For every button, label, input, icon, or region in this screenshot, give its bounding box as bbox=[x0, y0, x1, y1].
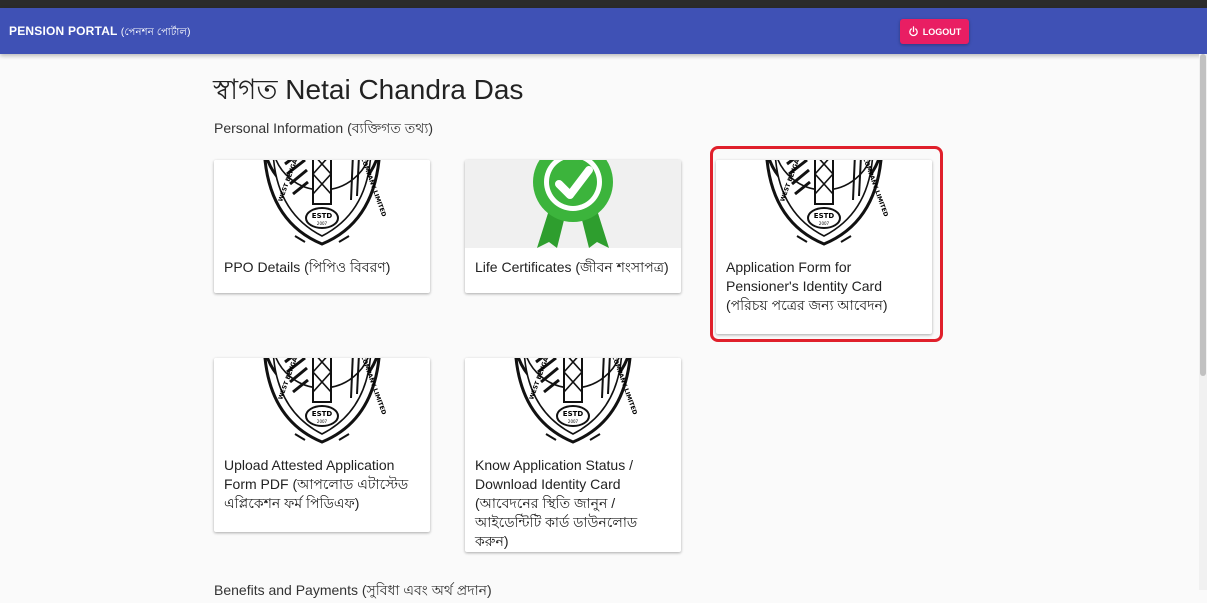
seal-year-text: 2007 bbox=[317, 221, 328, 226]
logout-label: LOGOUT bbox=[922, 26, 962, 37]
welcome-heading: স্বাগত Netai Chandra Das bbox=[213, 74, 524, 105]
app-title-subtitle: (পেনশন পোর্টাল) bbox=[120, 27, 191, 38]
card-upload-attested-form[interactable]: ESTD 2007 WEST BENGAL STATE COMPANY LIMI… bbox=[214, 358, 430, 532]
app-title-text: PENSION PORTAL bbox=[9, 24, 118, 38]
app-title[interactable]: PENSION PORTAL (পেনশন পোর্টাল) bbox=[9, 24, 191, 42]
card-label: Upload Attested Application Form PDF (আপ… bbox=[224, 457, 409, 511]
card-identity-card-application[interactable]: ESTD 2007 WEST BENGAL STATE COMPANY LIMI… bbox=[716, 160, 932, 334]
card-label: PPO Details (পিপিও বিবরণ) bbox=[224, 259, 391, 275]
company-seal-logo: ESTD 2007 WEST BENGAL STATE COMPANY LIMI… bbox=[514, 358, 638, 444]
card-label: Life Certificates (জীবন শংসাপত্র) bbox=[475, 259, 669, 275]
company-seal-logo: ESTD 2007 WEST BENGAL STATE COMPANY LIMI… bbox=[765, 160, 889, 246]
green-check-badge-icon bbox=[533, 160, 613, 248]
seal-estd-text: ESTD bbox=[312, 212, 333, 220]
power-icon bbox=[908, 26, 918, 37]
card-life-certificates[interactable]: Life Certificates (জীবন শংসাপত্র) bbox=[465, 160, 681, 293]
page-scrollbar[interactable] bbox=[1199, 54, 1207, 590]
card-media: ESTD 2007 WEST BENGAL STATE COMPANY LIMI… bbox=[465, 358, 681, 446]
seal-year-text: 2007 bbox=[568, 419, 579, 424]
app-bar: PENSION PORTAL (পেনশন পোর্টাল) LOGOUT bbox=[0, 8, 1207, 54]
seal-estd-text: ESTD bbox=[814, 212, 835, 220]
seal-estd-text: ESTD bbox=[312, 410, 333, 418]
card-label: Application Form for Pensioner's Identit… bbox=[726, 259, 888, 313]
card-application-status[interactable]: ESTD 2007 WEST BENGAL STATE COMPANY LIMI… bbox=[465, 358, 681, 552]
company-seal-logo: ESTD 2007 WEST BENGAL STATE COMPANY LIMI… bbox=[263, 160, 387, 246]
card-media: ESTD 2007 WEST BENGAL STATE COMPANY LIMI… bbox=[214, 358, 430, 446]
section-title-personal-info: Personal Information (ব্যক্তিগত তথ্য) bbox=[214, 120, 434, 136]
logout-button[interactable]: LOGOUT bbox=[900, 19, 969, 44]
scrollbar-thumb[interactable] bbox=[1200, 54, 1206, 376]
card-media: ESTD 2007 WEST BENGAL STATE COMPANY LIMI… bbox=[214, 160, 430, 248]
section-title-benefits-payments: Benefits and Payments (সুবিধা এবং অর্থ প… bbox=[214, 582, 492, 598]
seal-year-text: 2007 bbox=[317, 419, 328, 424]
card-label: Know Application Status / Download Ident… bbox=[475, 457, 638, 549]
seal-estd-text: ESTD bbox=[563, 410, 584, 418]
card-ppo-details[interactable]: ESTD 2007 WEST BENGAL STATE COMPANY LIMI… bbox=[214, 160, 430, 293]
window-top-edge bbox=[0, 0, 1207, 8]
card-media: ESTD 2007 WEST BENGAL STATE COMPANY LIMI… bbox=[716, 160, 932, 248]
seal-year-text: 2007 bbox=[819, 221, 830, 226]
card-media bbox=[465, 160, 681, 248]
company-seal-logo: ESTD 2007 WEST BENGAL STATE COMPANY LIMI… bbox=[263, 358, 387, 444]
